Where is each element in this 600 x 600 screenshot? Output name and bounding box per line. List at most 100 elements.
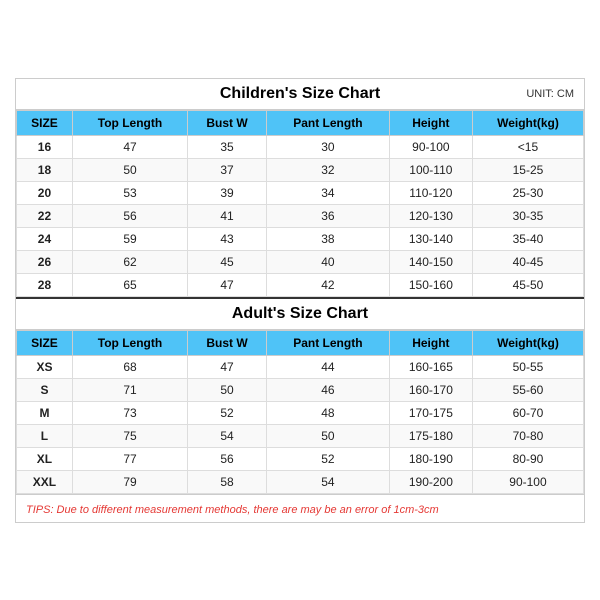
table-cell: XXL xyxy=(17,470,73,493)
table-cell: 175-180 xyxy=(389,424,472,447)
table-cell: 43 xyxy=(188,227,267,250)
table-cell: 180-190 xyxy=(389,447,472,470)
table-cell: 37 xyxy=(188,158,267,181)
table-cell: 75 xyxy=(72,424,187,447)
adult-col-pant-length: Pant Length xyxy=(266,330,389,355)
table-cell: L xyxy=(17,424,73,447)
table-row: 18503732100-11015-25 xyxy=(17,158,584,181)
table-cell: 35 xyxy=(188,135,267,158)
table-cell: 68 xyxy=(72,355,187,378)
adult-title-row: Adult's Size Chart xyxy=(16,297,584,330)
table-cell: 55-60 xyxy=(472,378,583,401)
children-col-weight: Weight(kg) xyxy=(472,110,583,135)
table-cell: 41 xyxy=(188,204,267,227)
table-cell: 50 xyxy=(188,378,267,401)
children-col-pant-length: Pant Length xyxy=(266,110,389,135)
table-row: 20533934110-12025-30 xyxy=(17,181,584,204)
table-row: 28654742150-16045-50 xyxy=(17,273,584,296)
table-cell: 40-45 xyxy=(472,250,583,273)
adult-col-weight: Weight(kg) xyxy=(472,330,583,355)
table-row: 26624540140-15040-45 xyxy=(17,250,584,273)
table-cell: 36 xyxy=(266,204,389,227)
adult-col-top-length: Top Length xyxy=(72,330,187,355)
table-cell: 50 xyxy=(266,424,389,447)
table-cell: 120-130 xyxy=(389,204,472,227)
table-cell: 90-100 xyxy=(472,470,583,493)
table-cell: 28 xyxy=(17,273,73,296)
table-cell: 90-100 xyxy=(389,135,472,158)
table-cell: M xyxy=(17,401,73,424)
table-cell: 35-40 xyxy=(472,227,583,250)
table-cell: XS xyxy=(17,355,73,378)
table-cell: 54 xyxy=(266,470,389,493)
table-cell: 65 xyxy=(72,273,187,296)
table-cell: 77 xyxy=(72,447,187,470)
adult-col-size: SIZE xyxy=(17,330,73,355)
table-cell: 39 xyxy=(188,181,267,204)
table-cell: <15 xyxy=(472,135,583,158)
table-row: L755450175-18070-80 xyxy=(17,424,584,447)
table-cell: 42 xyxy=(266,273,389,296)
table-cell: 25-30 xyxy=(472,181,583,204)
table-cell: 40 xyxy=(266,250,389,273)
table-cell: 32 xyxy=(266,158,389,181)
table-cell: 190-200 xyxy=(389,470,472,493)
table-cell: 70-80 xyxy=(472,424,583,447)
table-cell: 26 xyxy=(17,250,73,273)
unit-label: UNIT: CM xyxy=(526,88,574,100)
table-cell: 24 xyxy=(17,227,73,250)
table-cell: 110-120 xyxy=(389,181,472,204)
table-cell: XL xyxy=(17,447,73,470)
children-title-row: Children's Size Chart UNIT: CM xyxy=(16,79,584,110)
table-cell: 140-150 xyxy=(389,250,472,273)
children-col-top-length: Top Length xyxy=(72,110,187,135)
table-cell: 54 xyxy=(188,424,267,447)
adult-header-row: SIZE Top Length Bust W Pant Length Heigh… xyxy=(17,330,584,355)
table-cell: 73 xyxy=(72,401,187,424)
table-cell: 15-25 xyxy=(472,158,583,181)
table-row: 22564136120-13030-35 xyxy=(17,204,584,227)
table-cell: 58 xyxy=(188,470,267,493)
adult-table: SIZE Top Length Bust W Pant Length Heigh… xyxy=(16,330,584,494)
table-row: XS684744160-16550-55 xyxy=(17,355,584,378)
tips-row: TIPS: Due to different measurement metho… xyxy=(16,494,584,522)
size-chart-container: Children's Size Chart UNIT: CM SIZE Top … xyxy=(15,78,585,523)
table-cell: 50 xyxy=(72,158,187,181)
table-cell: 20 xyxy=(17,181,73,204)
table-cell: 47 xyxy=(72,135,187,158)
adult-col-height: Height xyxy=(389,330,472,355)
tips-text: TIPS: Due to different measurement metho… xyxy=(26,504,439,516)
table-cell: 100-110 xyxy=(389,158,472,181)
table-cell: 45 xyxy=(188,250,267,273)
table-cell: 22 xyxy=(17,204,73,227)
table-cell: 45-50 xyxy=(472,273,583,296)
children-table: SIZE Top Length Bust W Pant Length Heigh… xyxy=(16,110,584,297)
table-cell: 56 xyxy=(188,447,267,470)
table-cell: 150-160 xyxy=(389,273,472,296)
table-row: S715046160-17055-60 xyxy=(17,378,584,401)
table-cell: 56 xyxy=(72,204,187,227)
table-cell: 16 xyxy=(17,135,73,158)
table-row: XL775652180-19080-90 xyxy=(17,447,584,470)
table-cell: 30-35 xyxy=(472,204,583,227)
table-cell: 79 xyxy=(72,470,187,493)
table-cell: 34 xyxy=(266,181,389,204)
table-cell: 160-170 xyxy=(389,378,472,401)
table-cell: 44 xyxy=(266,355,389,378)
adult-chart-title: Adult's Size Chart xyxy=(232,305,368,323)
table-cell: 59 xyxy=(72,227,187,250)
table-cell: 53 xyxy=(72,181,187,204)
table-cell: 62 xyxy=(72,250,187,273)
table-cell: 52 xyxy=(266,447,389,470)
table-row: XXL795854190-20090-100 xyxy=(17,470,584,493)
table-cell: 170-175 xyxy=(389,401,472,424)
table-cell: 30 xyxy=(266,135,389,158)
table-cell: 47 xyxy=(188,355,267,378)
table-cell: 46 xyxy=(266,378,389,401)
adult-col-bust-w: Bust W xyxy=(188,330,267,355)
children-col-height: Height xyxy=(389,110,472,135)
table-row: 1647353090-100<15 xyxy=(17,135,584,158)
children-chart-title: Children's Size Chart xyxy=(220,85,380,103)
table-cell: 71 xyxy=(72,378,187,401)
table-cell: 60-70 xyxy=(472,401,583,424)
